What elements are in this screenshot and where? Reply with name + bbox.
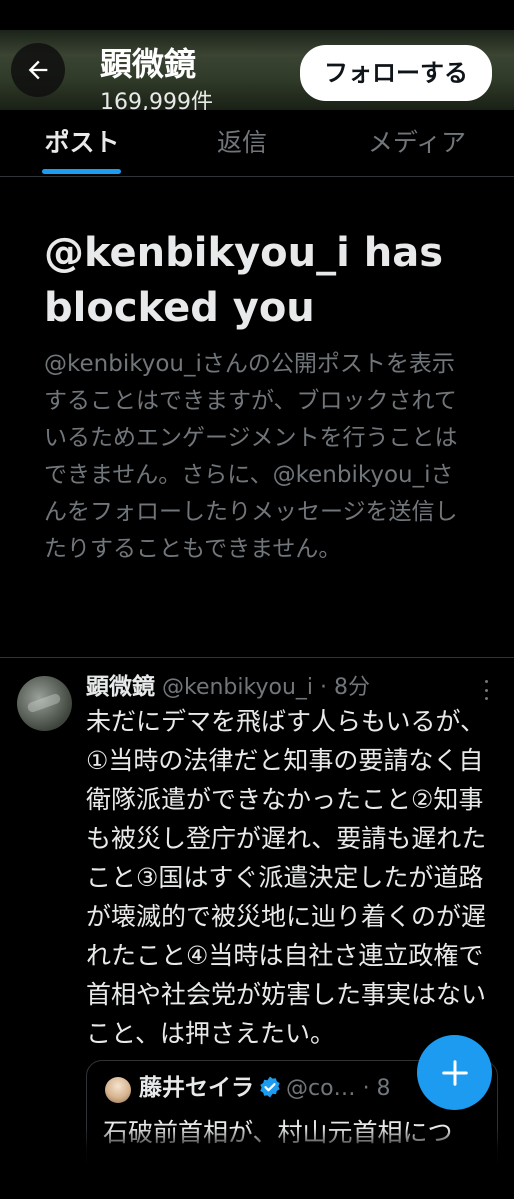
tweet-text: 未だにデマを飛ばす人らもいるが、①当時の法律だと知事の要請なく自衛隊派遣ができな… — [86, 707, 487, 1048]
arrow-left-icon — [28, 60, 48, 80]
plus-icon — [441, 1059, 468, 1086]
quote-avatar — [105, 1077, 131, 1103]
tweet-author-name[interactable]: 顕微鏡 — [86, 674, 155, 700]
tweet-header: 顕微鏡 @kenbikyou_i · 8分 — [86, 670, 486, 704]
more-vertical-icon[interactable] — [481, 680, 491, 700]
tab-posts[interactable]: ポスト — [0, 110, 164, 176]
profile-tabs: ポスト 返信 メディア — [0, 110, 514, 177]
blocked-title: @kenbikyou_i has blocked you — [44, 230, 444, 331]
tab-posts-label: ポスト — [44, 128, 120, 157]
tweet-timestamp[interactable]: 8分 — [334, 675, 370, 700]
verified-badge-icon — [260, 1076, 280, 1098]
profile-name: 顕微鏡 — [100, 45, 197, 83]
active-tab-indicator — [42, 169, 121, 174]
tab-media-label: メディア — [367, 128, 467, 157]
quote-timestamp: · 8 — [362, 1076, 391, 1101]
tab-media[interactable]: メディア — [320, 110, 514, 176]
divider — [0, 657, 514, 658]
blocked-description: @kenbikyou_iさんの公開ポストを表示することはできますが、ブロックされ… — [44, 351, 458, 562]
tab-replies[interactable]: 返信 — [164, 110, 320, 176]
bottom-fade — [0, 1128, 514, 1199]
quote-author-name: 藤井セイラ — [139, 1075, 254, 1101]
avatar[interactable] — [17, 676, 72, 731]
back-button[interactable] — [11, 43, 65, 97]
tweet-author-handle[interactable]: @kenbikyou_i — [162, 675, 313, 700]
tweet-separator: · — [320, 675, 328, 700]
compose-button[interactable] — [417, 1035, 492, 1110]
quote-author-handle: @co… — [286, 1076, 356, 1101]
profile-header: 顕微鏡 169,999件 フォローする — [0, 0, 514, 110]
profile-page: 顕微鏡 169,999件 フォローする ポスト 返信 メディア @kenbiky… — [0, 0, 514, 1199]
post-count: 169,999件 — [100, 90, 213, 110]
tab-replies-label: 返信 — [216, 128, 267, 157]
follow-button[interactable]: フォローする — [300, 45, 492, 101]
status-bar — [0, 0, 514, 30]
